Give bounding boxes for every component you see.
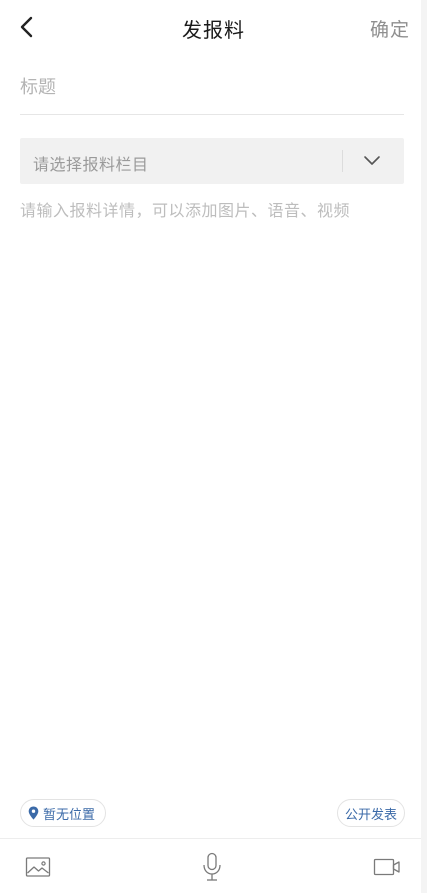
page-title: 发报料 [182,18,245,42]
public-label: 公开发表 [344,807,397,823]
category-placeholder: 请选择报料栏目 [33,155,149,174]
location-chip[interactable]: 暂无位置 [20,799,107,827]
microphone-icon [203,852,221,881]
report-screen: 发报料 确定 请选择报料栏目 暂无位置 公开发表 [0,0,427,893]
location-label: 暂无位置 [43,807,96,823]
add-video-button[interactable] [372,852,402,882]
location-pin-icon [28,806,39,820]
select-separator [342,150,343,172]
video-camera-icon [373,858,400,876]
public-toggle[interactable]: 公开发表 [336,799,405,827]
toolbar-divider [0,838,421,839]
header-bar: 发报料 确定 [0,0,427,56]
content-textarea[interactable] [20,198,404,778]
title-divider [20,114,404,115]
add-image-button[interactable] [23,852,53,882]
add-voice-button[interactable] [197,852,227,882]
title-input[interactable] [20,66,404,108]
category-select[interactable]: 请选择报料栏目 [20,138,404,184]
image-icon [25,857,51,877]
confirm-button[interactable]: 确定 [370,15,410,42]
right-edge [421,0,427,893]
chevron-down-icon [364,156,380,165]
